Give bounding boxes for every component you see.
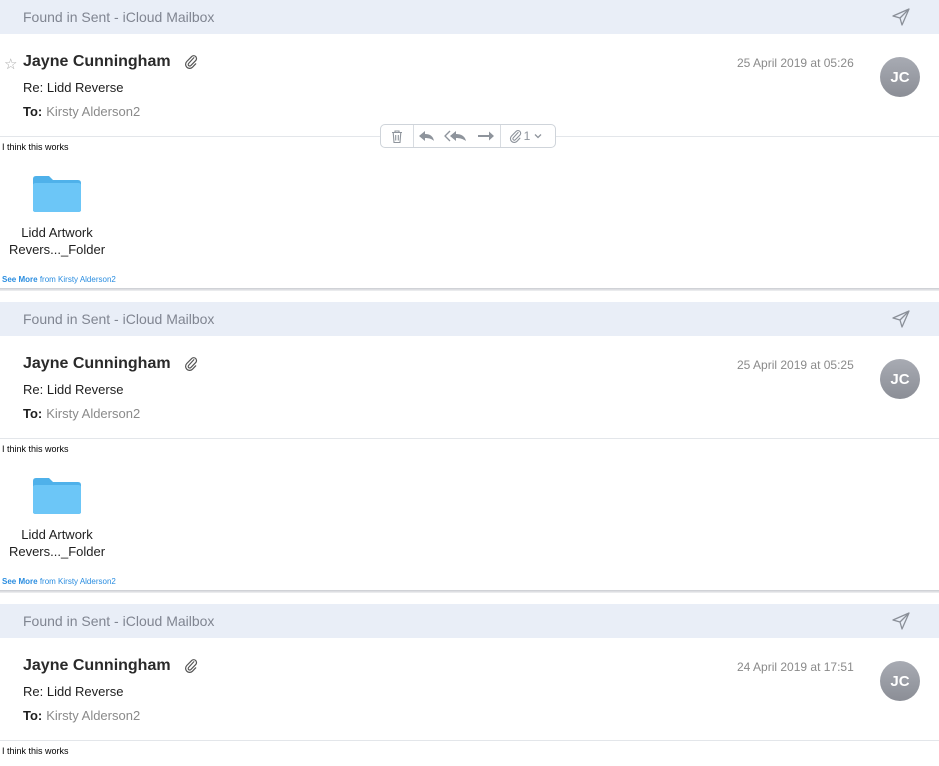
- avatar-initials: JC: [890, 68, 910, 86]
- message-separator: [0, 288, 939, 291]
- attachment-name-line1: Lidd Artwork: [21, 225, 93, 240]
- trash-icon: [392, 129, 402, 143]
- attachment-indicator-icon: [184, 357, 198, 371]
- found-in-bar: Found in Sent - iCloud Mailbox: [0, 604, 939, 638]
- recipient-name[interactable]: Kirsty Alderson2: [46, 104, 140, 119]
- sender-name: Jayne Cunningham: [23, 657, 171, 674]
- attachment-name-line2: Revers..._Folder: [8, 242, 106, 257]
- see-more-from: from Kirsty Alderson2: [39, 577, 116, 586]
- folder-icon[interactable]: [32, 475, 82, 515]
- attachment-name[interactable]: Lidd Artwork Revers..._Folder: [0, 526, 114, 560]
- see-more-label: See More: [2, 577, 38, 586]
- recipient-name[interactable]: Kirsty Alderson2: [46, 406, 140, 421]
- message-subject: Re: Lidd Reverse: [23, 80, 124, 95]
- folder-icon[interactable]: [32, 173, 82, 213]
- recipient-line: To: Kirsty Alderson2: [23, 104, 140, 119]
- attachment-count: 1: [523, 129, 531, 143]
- reply-icon: [419, 131, 434, 141]
- avatar-initials: JC: [890, 672, 910, 690]
- to-label: To:: [23, 406, 43, 421]
- message-date: 25 April 2019 at 05:25: [737, 358, 854, 372]
- sent-icon: [892, 612, 910, 630]
- see-more-link[interactable]: See More from Kirsty Alderson2: [2, 275, 116, 284]
- message-separator: [0, 590, 939, 593]
- message-card[interactable]: Found in Sent - iCloud Mailbox Jayne Cun…: [0, 604, 939, 766]
- sent-icon: [892, 310, 910, 328]
- reply-all-icon: [444, 130, 466, 142]
- see-more-from: from Kirsty Alderson2: [39, 275, 116, 284]
- recipient-line: To: Kirsty Alderson2: [23, 708, 140, 723]
- sender-name: Jayne Cunningham: [23, 53, 171, 70]
- attachment-name-line2: Revers..._Folder: [8, 544, 106, 559]
- recipient-line: To: Kirsty Alderson2: [23, 406, 140, 421]
- message-card[interactable]: Found in Sent - iCloud Mailbox Jayne Cun…: [0, 302, 939, 593]
- see-more-label: See More: [2, 275, 38, 284]
- reply-button[interactable]: [414, 125, 440, 147]
- to-label: To:: [23, 104, 43, 119]
- forward-icon: [478, 131, 494, 141]
- to-label: To:: [23, 708, 43, 723]
- attachments-menu-button[interactable]: 1: [501, 125, 551, 147]
- see-more-link[interactable]: See More from Kirsty Alderson2: [2, 577, 116, 586]
- delete-button[interactable]: [381, 125, 413, 147]
- found-in-label: Found in Sent - iCloud Mailbox: [23, 613, 215, 629]
- message-body: I think this works: [2, 142, 69, 152]
- attachment-indicator-icon: [184, 659, 198, 673]
- found-in-label: Found in Sent - iCloud Mailbox: [23, 311, 215, 327]
- message-body: I think this works: [2, 746, 69, 756]
- header-divider: [0, 740, 939, 741]
- paperclip-icon: [509, 130, 521, 143]
- chevron-down-icon: [534, 134, 542, 139]
- found-in-bar: Found in Sent - iCloud Mailbox: [0, 0, 939, 34]
- attachment-name-line1: Lidd Artwork: [21, 527, 93, 542]
- message-subject: Re: Lidd Reverse: [23, 684, 124, 699]
- attachment-indicator-icon: [184, 55, 198, 69]
- sent-icon: [892, 8, 910, 26]
- flag-star-icon[interactable]: ☆: [4, 55, 17, 73]
- message-body: I think this works: [2, 444, 69, 454]
- avatar-initials: JC: [890, 370, 910, 388]
- avatar: JC: [880, 661, 920, 701]
- avatar: JC: [880, 57, 920, 97]
- sender-name: Jayne Cunningham: [23, 355, 171, 372]
- header-divider: [0, 438, 939, 439]
- attachment-name[interactable]: Lidd Artwork Revers..._Folder: [0, 224, 114, 258]
- message-card[interactable]: Found in Sent - iCloud Mailbox ☆ Jayne C…: [0, 0, 939, 291]
- message-subject: Re: Lidd Reverse: [23, 382, 124, 397]
- message-toolbar: 1: [380, 124, 556, 148]
- message-date: 24 April 2019 at 17:51: [737, 660, 854, 674]
- found-in-label: Found in Sent - iCloud Mailbox: [23, 9, 215, 25]
- message-date: 25 April 2019 at 05:26: [737, 56, 854, 70]
- forward-button[interactable]: [472, 125, 500, 147]
- found-in-bar: Found in Sent - iCloud Mailbox: [0, 302, 939, 336]
- avatar: JC: [880, 359, 920, 399]
- reply-all-button[interactable]: [440, 125, 472, 147]
- recipient-name[interactable]: Kirsty Alderson2: [46, 708, 140, 723]
